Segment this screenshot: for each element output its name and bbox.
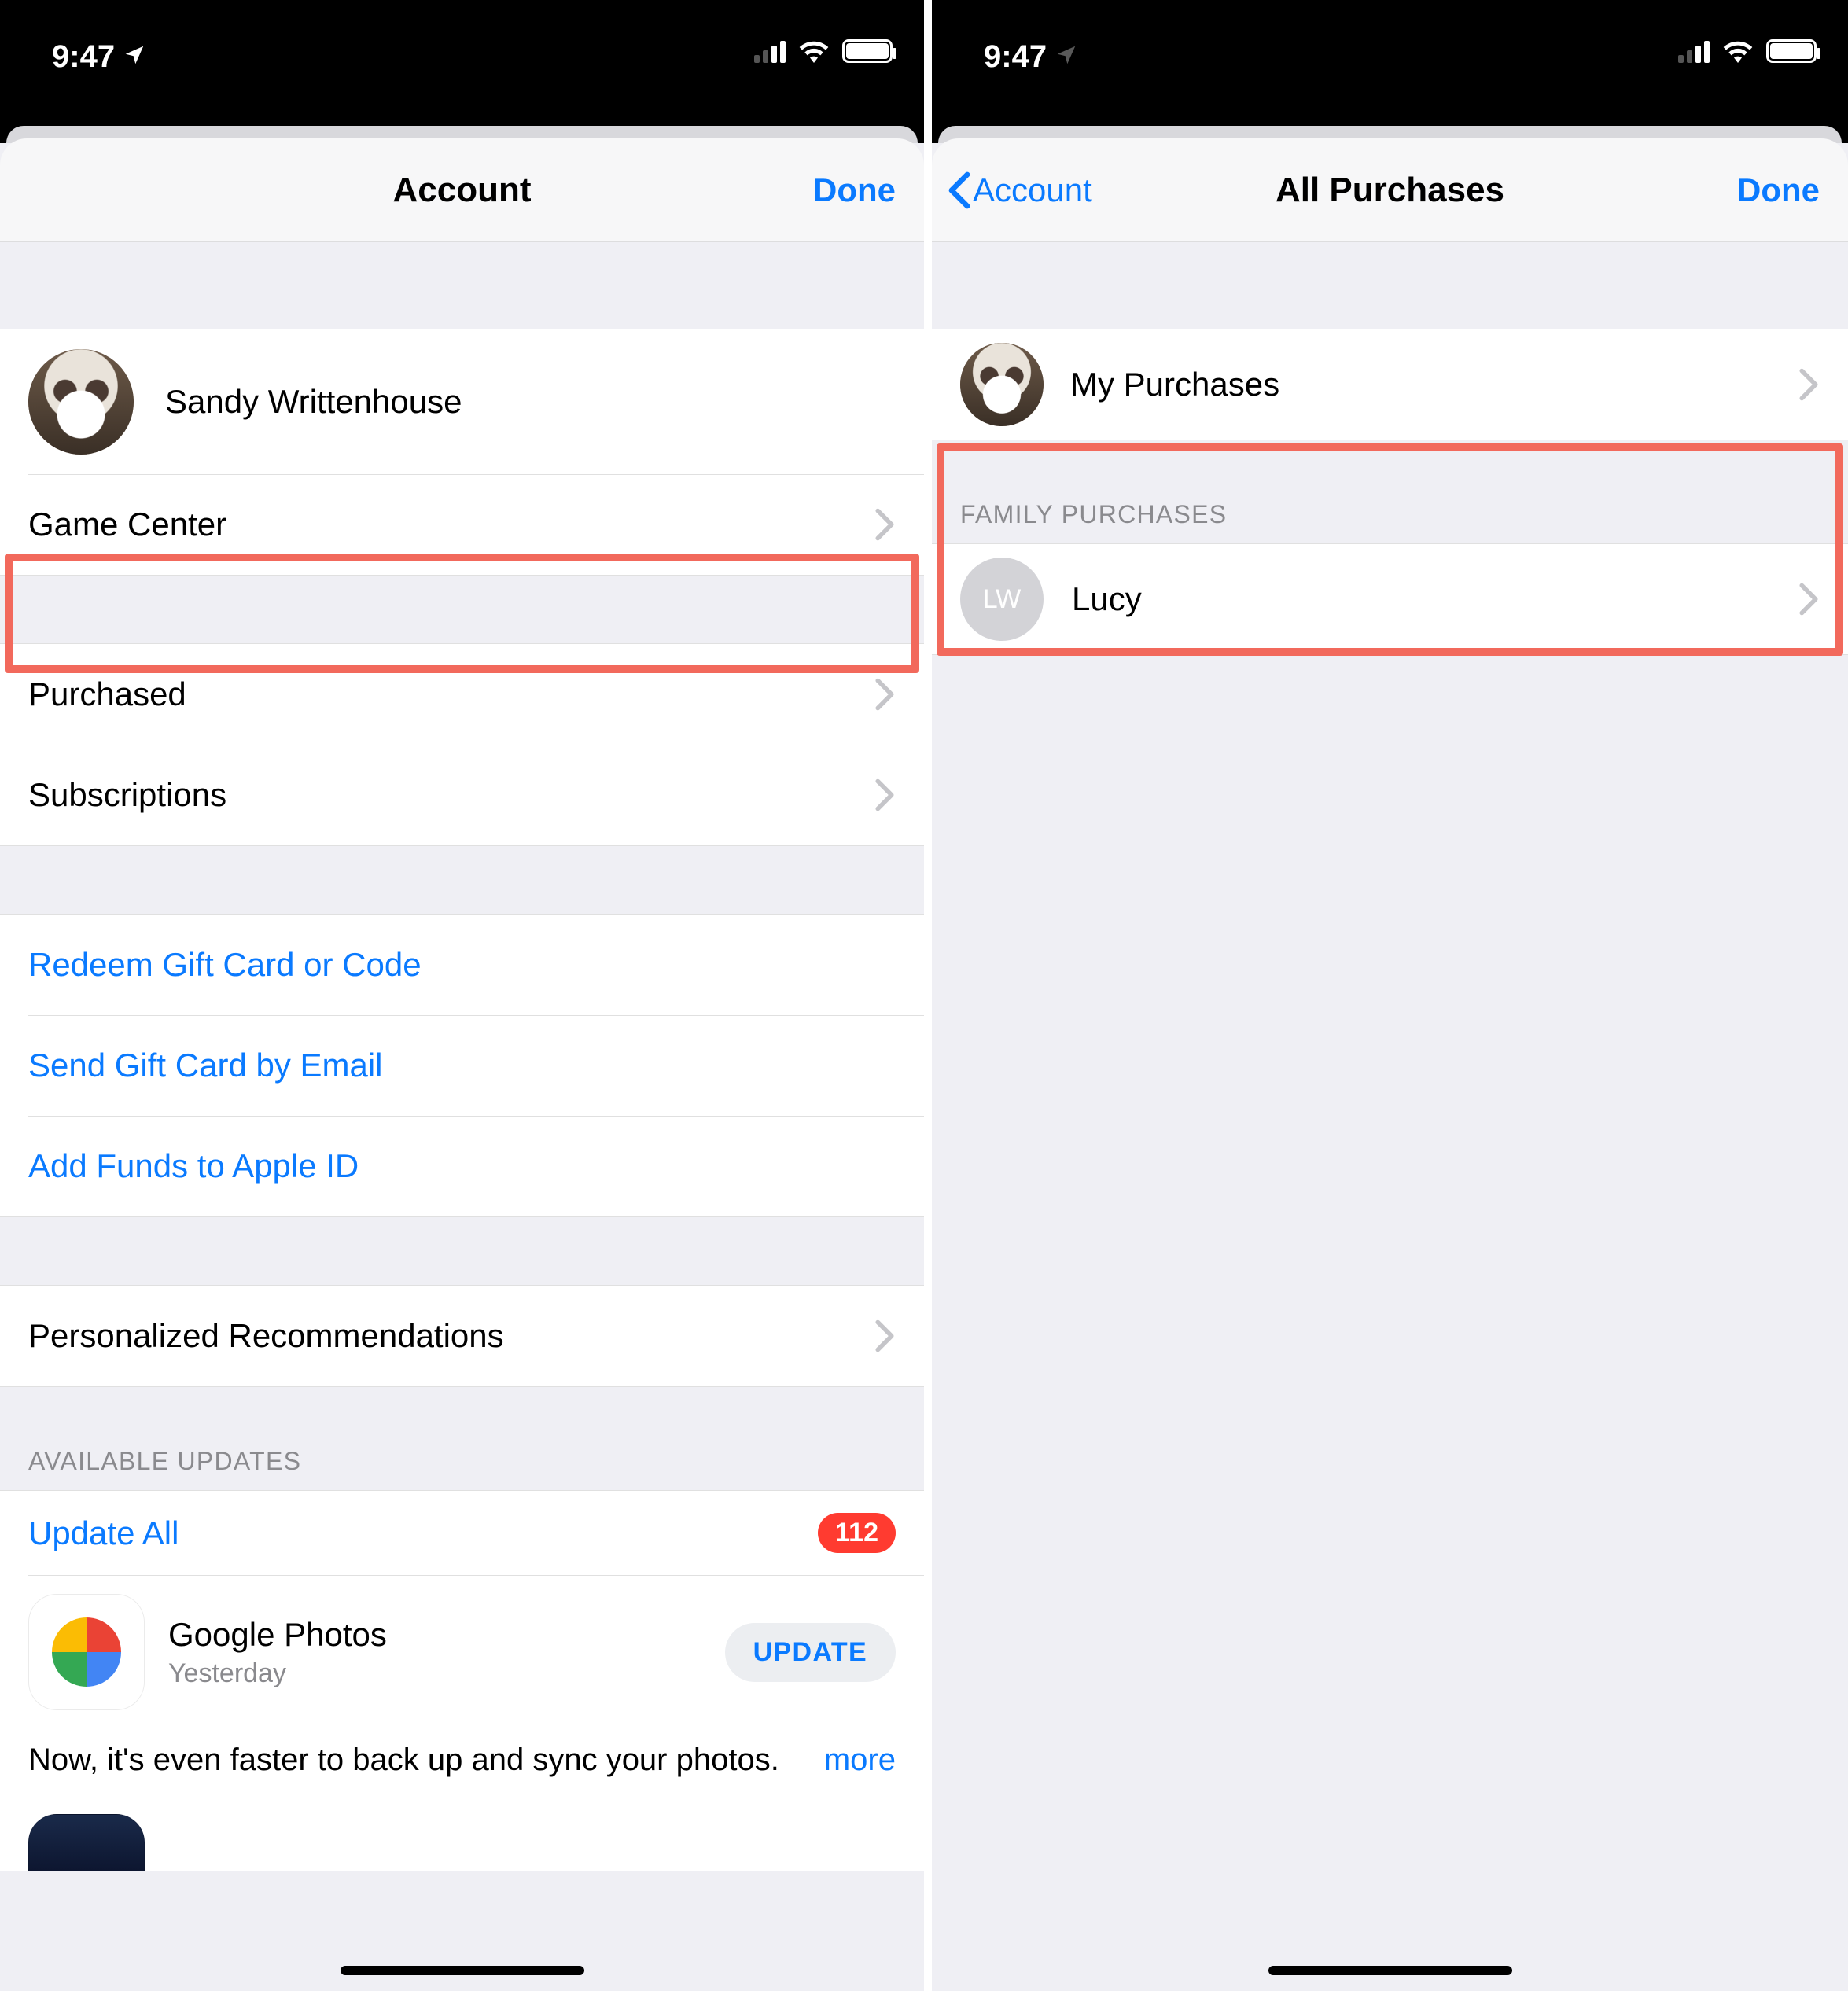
- chevron-right-icon: [874, 1319, 896, 1352]
- phone-left: 9:47 Account Done Sandy Writtenhouse Gam…: [0, 0, 924, 1991]
- chevron-left-icon: [948, 171, 971, 209]
- my-purchases-label: My Purchases: [1070, 366, 1798, 403]
- update-all-label: Update All: [28, 1514, 818, 1552]
- page-title: All Purchases: [1276, 171, 1504, 210]
- home-indicator[interactable]: [1268, 1966, 1512, 1975]
- updates-header: AVAILABLE UPDATES: [0, 1387, 924, 1490]
- status-time: 9:47: [984, 39, 1078, 75]
- game-center-row[interactable]: Game Center: [0, 474, 924, 575]
- update-count-badge: 112: [818, 1513, 896, 1553]
- status-right: [1678, 39, 1817, 63]
- location-icon: [1055, 39, 1078, 75]
- content-area: Sandy Writtenhouse Game Center Purchased…: [0, 242, 924, 1991]
- purchased-row[interactable]: Purchased: [0, 644, 924, 745]
- location-icon: [123, 39, 146, 75]
- add-funds-row[interactable]: Add Funds to Apple ID: [0, 1116, 924, 1216]
- profile-name: Sandy Writtenhouse: [165, 383, 896, 421]
- personalized-row[interactable]: Personalized Recommendations: [0, 1286, 924, 1386]
- my-purchases-row[interactable]: My Purchases: [932, 329, 1848, 440]
- chevron-right-icon: [1798, 368, 1820, 401]
- navbar: Account Done: [0, 138, 924, 242]
- back-button[interactable]: Account: [948, 171, 1092, 209]
- status-time: 9:47: [52, 39, 146, 75]
- page-title: Account: [393, 171, 532, 210]
- content-area: My Purchases FAMILY PURCHASES LW Lucy: [932, 242, 1848, 1991]
- app-update-row[interactable]: Google Photos Yesterday UPDATE: [0, 1575, 924, 1718]
- navbar: Account All Purchases Done: [932, 138, 1848, 242]
- redeem-label: Redeem Gift Card or Code: [28, 946, 896, 984]
- avatar-initials: LW: [960, 558, 1044, 641]
- family-member-row[interactable]: LW Lucy: [932, 544, 1848, 654]
- subscriptions-row[interactable]: Subscriptions: [0, 745, 924, 845]
- family-header: FAMILY PURCHASES: [932, 440, 1848, 543]
- send-gift-row[interactable]: Send Gift Card by Email: [0, 1015, 924, 1116]
- chevron-right-icon: [874, 508, 896, 541]
- update-button[interactable]: UPDATE: [725, 1623, 896, 1682]
- cellular-icon: [754, 39, 786, 63]
- game-center-label: Game Center: [28, 506, 874, 543]
- app-icon-google-photos: [28, 1594, 145, 1710]
- app-date: Yesterday: [168, 1658, 725, 1689]
- cellular-icon: [1678, 39, 1710, 63]
- next-app-icon-peek: [28, 1814, 145, 1871]
- subscriptions-label: Subscriptions: [28, 776, 874, 814]
- wifi-icon: [798, 39, 830, 63]
- family-member-name: Lucy: [1072, 580, 1798, 618]
- status-bar: 9:47: [932, 0, 1848, 126]
- purchased-label: Purchased: [28, 675, 874, 713]
- clock-text: 9:47: [52, 39, 115, 75]
- update-all-row[interactable]: Update All 112: [0, 1491, 924, 1575]
- add-funds-label: Add Funds to Apple ID: [28, 1147, 896, 1185]
- avatar: [960, 343, 1044, 426]
- send-gift-label: Send Gift Card by Email: [28, 1047, 896, 1084]
- redeem-row[interactable]: Redeem Gift Card or Code: [0, 915, 924, 1015]
- chevron-right-icon: [1798, 583, 1820, 616]
- clock-text: 9:47: [984, 39, 1047, 75]
- wifi-icon: [1722, 39, 1754, 63]
- chevron-right-icon: [874, 678, 896, 711]
- app-name: Google Photos: [168, 1616, 725, 1654]
- back-label: Account: [973, 171, 1092, 209]
- app-description: Now, it's even faster to back up and syn…: [0, 1718, 924, 1787]
- more-link[interactable]: more: [824, 1739, 896, 1781]
- profile-row[interactable]: Sandy Writtenhouse: [0, 329, 924, 474]
- battery-icon: [842, 39, 893, 63]
- phone-right: 9:47 Account All Purchases Done My Purch…: [924, 0, 1848, 1991]
- avatar: [28, 349, 134, 455]
- personalized-label: Personalized Recommendations: [28, 1317, 874, 1355]
- status-right: [754, 39, 893, 63]
- app-description-text: Now, it's even faster to back up and syn…: [28, 1743, 779, 1777]
- done-button[interactable]: Done: [813, 171, 896, 209]
- battery-icon: [1766, 39, 1817, 63]
- home-indicator[interactable]: [341, 1966, 584, 1975]
- status-bar: 9:47: [0, 0, 924, 126]
- chevron-right-icon: [874, 778, 896, 811]
- done-button[interactable]: Done: [1737, 171, 1820, 209]
